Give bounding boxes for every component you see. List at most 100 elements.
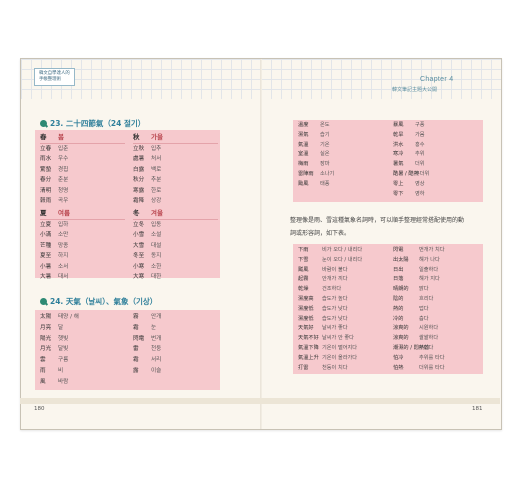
term-row: 酷暑 / 酷熱무더위 (393, 170, 481, 180)
term-chinese: 洪水 (393, 141, 404, 148)
term-korean: 홍수 (415, 141, 425, 148)
term-row: 處暑 처서 (133, 154, 218, 165)
term-chinese: 氣溫上升 (298, 354, 319, 361)
weather-verbs-right-column: 閃電 번개가 치다 出太陽 해가 나다 日出 일출하다 日落 해가 지다 晴朗的 맑다 陰的 흐리다 熱… (393, 246, 481, 373)
term-chinese: 雷 (133, 346, 139, 353)
term-chinese: 霜降 (133, 198, 145, 204)
term-korean: 태양 / 해 (58, 314, 79, 320)
season-heading-chinese: 冬 (133, 209, 140, 217)
term-chinese: 涼爽的 (393, 335, 409, 342)
term-chinese: 下雪 (298, 256, 309, 263)
term-chinese: 太陽 (40, 314, 52, 320)
term-korean: 쌀쌀하다 (419, 335, 439, 342)
term-chinese: 月亮 (40, 324, 52, 331)
term-chinese: 濕度低 (298, 315, 314, 322)
term-chinese: 陽光 (40, 335, 52, 342)
term-korean: 온도 (320, 122, 330, 128)
term-row: 閃電 번개 (133, 334, 218, 345)
term-chinese: 天氣好 (298, 325, 314, 332)
season-heading-korean: 봄 (58, 133, 64, 141)
term-korean: 소서 (58, 263, 69, 270)
term-row: 潮濕的 / 悶熱的무덥다 (393, 344, 481, 354)
term-row: 霧 안개 (133, 312, 218, 323)
term-row: 冬至 동지 (133, 251, 218, 262)
term-korean: 기온이 떨어지다 (322, 344, 358, 351)
season-heading: 冬 겨울 (133, 208, 218, 219)
weather-verbs-box: 下雨 비가 오다 / 내리다 下雪 눈이 오다 / 내리다 颳風 바람이 불다 起霧 안개가 … (293, 244, 483, 374)
term-chinese: 熱的 (393, 305, 404, 312)
term-row: 大寒 대한 (133, 272, 218, 283)
term-row: 小暑 소서 (40, 262, 125, 273)
term-chinese: 溫度 (298, 122, 309, 128)
term-korean: 한로 (151, 187, 162, 194)
term-chinese: 小雪 (133, 232, 145, 238)
term-row: 寒露 한로 (133, 186, 218, 197)
term-row: 涼爽的 쌀쌀하다 (393, 334, 481, 344)
term-korean: 서리 (151, 357, 162, 364)
season-heading: 夏 여름 (40, 208, 125, 219)
intro-paragraph: 整理像是雨、雪這種氣象名詞時，可以順手整理經常搭配使用的動詞或形容詞，如下表。 (290, 217, 465, 237)
term-korean: 장마 (320, 161, 330, 168)
term-row: 寒冷 추위 (393, 150, 481, 160)
term-korean: 처서 (151, 156, 162, 162)
term-row: 雨비 (40, 366, 125, 377)
term-korean: 우수 (58, 156, 69, 162)
summer-column: 夏 여름 立夏 입하 小滿 소만 芒種 망종 夏至 하지 小暑 소서 大暑 대서 (40, 208, 125, 283)
term-row: 小寒 소한 (133, 262, 218, 273)
term-chinese: 濕氣 (298, 131, 309, 138)
season-heading: 春봄 (40, 132, 125, 143)
term-row: 風 바람 (40, 377, 125, 388)
term-korean: 입추 (151, 145, 162, 152)
term-chinese: 氣溫 (298, 141, 309, 148)
term-row: 春分 춘분 (40, 175, 125, 186)
term-row: 起霧 안개가 끼다 (298, 275, 386, 285)
term-chinese: 濕度低 (298, 305, 314, 312)
term-chinese: 秋分 (133, 177, 145, 183)
solar-terms-box: 春 봄 立春 입춘 雨水 우수 驚蟄 경칩 春分 춘분 清明 청명 穀雨 곡우 秋 가을 立秋 입추 處暑 처서 白露… (35, 130, 220, 280)
term-korean: 습도가 낮다 (322, 305, 348, 312)
term-row: 霜 서리 (133, 355, 218, 366)
term-chinese: 雲 (40, 357, 46, 364)
term-korean: 입동 (151, 221, 162, 228)
term-korean: 영상 (415, 180, 425, 187)
term-row: 濕度低 습도가 낮다 (298, 315, 386, 325)
term-chinese: 月光 (40, 346, 52, 353)
term-chinese: 霜 (133, 324, 139, 331)
term-chinese: 大寒 (133, 274, 145, 280)
term-chinese: 霧 (133, 314, 139, 320)
term-korean: 번개 (151, 335, 162, 342)
section-23-title-text: 23. 二十四節氣（24 절기） (50, 119, 146, 128)
term-korean: 소나기 (320, 170, 335, 177)
term-row: 下雪 눈이 오다 / 내리다 (298, 256, 386, 266)
term-korean: 시원하다 (419, 325, 439, 332)
term-row: 霜降 상강 (133, 196, 218, 207)
term-row: 芒種 망종 (40, 241, 125, 252)
term-korean: 덥다 (419, 305, 429, 312)
term-row: 驚蟄 경칩 (40, 165, 125, 176)
term-row: 出太陽 해가 나다 (393, 256, 481, 266)
term-korean: 영하 (415, 190, 425, 197)
section-23-title: 23. 二十四節氣（24 절기） (40, 118, 145, 129)
term-korean: 더위 (415, 161, 425, 168)
term-korean: 춥다 (419, 315, 429, 322)
section-24-title: 24. 天氣（날씨）、氣象（기상） (40, 296, 157, 307)
term-row: 零下 영하 (393, 190, 481, 200)
season-heading-korean: 겨울 (151, 209, 163, 217)
term-row: 梅雨 장마 (298, 160, 386, 170)
season-heading-korean: 가을 (151, 133, 163, 141)
weather-verbs-left-column: 下雨 비가 오다 / 내리다 下雪 눈이 오다 / 내리다 颳風 바람이 불다 起霧 안개가 … (298, 246, 386, 373)
season-heading-chinese: 秋 (133, 133, 140, 141)
term-chinese: 怕冷 (393, 354, 404, 361)
term-korean: 바람이 불다 (322, 266, 348, 273)
term-chinese: 閃電 (133, 335, 145, 342)
term-chinese: 處暑 (133, 156, 145, 162)
term-chinese: 寒露 (133, 187, 145, 194)
term-chinese: 風 (40, 378, 46, 385)
term-row: 小雪 소설 (133, 230, 218, 241)
season-heading-korean: 여름 (58, 209, 70, 217)
term-row: 暑氣 더위 (393, 160, 481, 170)
season-heading-chinese: 春 (40, 133, 47, 141)
term-korean: 맑다 (419, 286, 429, 293)
term-chinese: 驚蟄 (40, 166, 52, 173)
term-chinese: 立冬 (133, 221, 145, 228)
